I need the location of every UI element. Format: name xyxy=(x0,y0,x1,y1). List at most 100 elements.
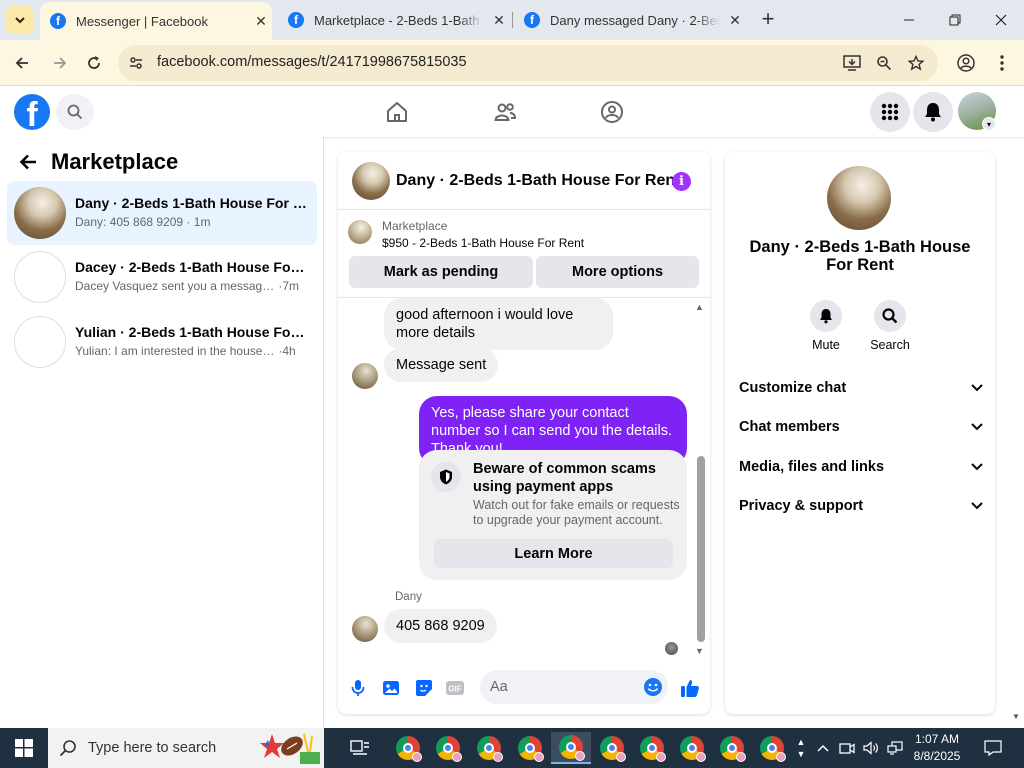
windows-start-button[interactable] xyxy=(0,728,48,768)
chevron-down-icon[interactable]: ▾ xyxy=(982,117,996,131)
chrome-taskbar-app[interactable] xyxy=(752,732,792,764)
chrome-taskbar-app-active[interactable] xyxy=(551,732,591,764)
chat-info-panel: Dany · 2-Beds 1-Bath House For Rent Mute… xyxy=(725,152,995,714)
tab-dany-message[interactable]: f Dany messaged Dany · 2-Beds 1-Bath ✕ xyxy=(514,0,746,40)
notifications-button[interactable] xyxy=(913,92,953,132)
site-settings-icon[interactable] xyxy=(126,53,146,73)
chat-title[interactable]: Dany · 2-Beds 1-Bath House For Rent xyxy=(396,172,680,190)
mute-button[interactable]: Mute xyxy=(798,300,854,352)
sticker-icon[interactable] xyxy=(412,676,436,700)
chat-scrollbar[interactable] xyxy=(697,456,705,642)
close-icon[interactable]: ✕ xyxy=(490,11,508,29)
page-scroll-down-arrow[interactable]: ▼ xyxy=(1012,712,1020,721)
more-options-button[interactable]: More options xyxy=(536,256,699,288)
arrow-left-icon[interactable] xyxy=(16,150,40,174)
forward-button[interactable] xyxy=(46,49,74,77)
thumbs-up-icon[interactable] xyxy=(678,676,702,700)
profile-button[interactable] xyxy=(952,49,980,77)
conversation-item[interactable]: Yulian · 2-Beds 1-Bath House For Rent Yu… xyxy=(7,310,317,374)
tab-search-button[interactable] xyxy=(6,6,34,34)
bookmark-star-icon[interactable] xyxy=(906,53,926,73)
chrome-taskbar-app[interactable] xyxy=(632,732,672,764)
facebook-search-button[interactable] xyxy=(56,94,94,130)
browser-menu-button[interactable] xyxy=(988,49,1016,77)
chrome-taskbar-app[interactable] xyxy=(388,732,428,764)
taskbar-overflow-scroll[interactable]: ▲ ▼ xyxy=(794,728,808,768)
back-button[interactable] xyxy=(8,49,36,77)
notification-center-button[interactable] xyxy=(978,728,1008,768)
task-view-button[interactable] xyxy=(340,732,380,764)
meet-now-button[interactable] xyxy=(836,728,858,768)
listing-title[interactable]: $950 - 2-Beds 1-Bath House For Rent xyxy=(382,236,584,250)
avatar[interactable] xyxy=(827,166,891,230)
scroll-up-arrow[interactable]: ▲ xyxy=(695,302,704,312)
chrome-taskbar-app[interactable] xyxy=(592,732,632,764)
avatar[interactable] xyxy=(352,162,390,200)
show-hidden-icons-button[interactable] xyxy=(812,728,834,768)
avatar xyxy=(14,251,66,303)
more-vertical-icon xyxy=(1000,55,1004,71)
address-bar[interactable]: facebook.com/messages/t/2417199867581503… xyxy=(118,45,938,81)
media-files-links-section[interactable]: Media, files and links xyxy=(739,455,983,479)
minimize-icon xyxy=(904,19,914,21)
gif-icon[interactable]: GIF xyxy=(443,676,467,700)
tab-title: Messenger | Facebook xyxy=(76,13,208,29)
chat-header: Dany · 2-Beds 1-Bath House For Rent i xyxy=(338,152,710,210)
conversation-item[interactable]: Dacey · 2-Beds 1-Bath House For Rent Dac… xyxy=(7,245,317,309)
chrome-taskbar-app[interactable] xyxy=(672,732,712,764)
preview-text: Dacey Vasquez sent you a message about y… xyxy=(75,279,275,293)
close-icon[interactable]: ✕ xyxy=(252,12,270,30)
close-icon[interactable]: ✕ xyxy=(726,11,744,29)
section-label: Chat members xyxy=(739,419,840,435)
groups-nav-button[interactable] xyxy=(597,97,627,127)
chrome-taskbar-app[interactable] xyxy=(510,732,550,764)
photo-icon[interactable] xyxy=(379,676,403,700)
emoji-icon[interactable] xyxy=(644,678,662,696)
facebook-icon: f xyxy=(524,12,540,28)
new-tab-button[interactable]: + xyxy=(756,8,780,32)
network-button[interactable] xyxy=(884,728,906,768)
browser-toolbar: facebook.com/messages/t/2417199867581503… xyxy=(0,40,1024,86)
chevron-down-icon xyxy=(971,499,983,513)
tab-marketplace[interactable]: f Marketplace - 2-Beds 1-Bath House For … xyxy=(278,0,508,40)
football-search-highlight-icon xyxy=(260,733,320,764)
home-icon xyxy=(387,102,407,122)
tab-messenger[interactable]: f Messenger | Facebook ✕ xyxy=(40,2,272,40)
home-nav-button[interactable] xyxy=(382,97,412,127)
scam-warning-title: Beware of common scams using payment app… xyxy=(473,461,656,495)
search-conversation-button[interactable]: Search xyxy=(862,300,918,352)
taskbar-clock[interactable]: 1:07 AM 8/8/2025 xyxy=(904,731,970,765)
facebook-icon: f xyxy=(50,13,66,29)
close-window-button[interactable] xyxy=(978,0,1024,40)
info-icon[interactable]: i xyxy=(672,172,691,191)
section-label: Media, files and links xyxy=(739,459,885,475)
install-app-icon[interactable] xyxy=(842,53,862,73)
scroll-down-arrow[interactable]: ▼ xyxy=(695,646,704,656)
conversation-item[interactable]: Dany · 2-Beds 1-Bath House For Rent Dany… xyxy=(7,181,317,245)
marketplace-header: Marketplace xyxy=(16,149,178,175)
chrome-taskbar-app[interactable] xyxy=(712,732,752,764)
chrome-taskbar-app[interactable] xyxy=(428,732,468,764)
reload-button[interactable] xyxy=(80,49,108,77)
message-input[interactable]: Aa xyxy=(480,670,668,704)
facebook-logo-icon[interactable]: f xyxy=(14,94,50,130)
mark-pending-button[interactable]: Mark as pending xyxy=(349,256,533,288)
volume-button[interactable] xyxy=(860,728,882,768)
menu-grid-button[interactable] xyxy=(870,92,910,132)
taskbar-search-box[interactable]: Type here to search xyxy=(48,728,324,768)
read-receipt-avatar xyxy=(665,642,678,655)
friends-nav-button[interactable] xyxy=(490,97,520,127)
zoom-icon[interactable] xyxy=(874,53,894,73)
privacy-support-section[interactable]: Privacy & support xyxy=(739,494,983,518)
restore-button[interactable] xyxy=(932,0,978,40)
groups-icon xyxy=(601,101,623,123)
listing-thumbnail[interactable] xyxy=(348,220,372,244)
incoming-message: Message sent xyxy=(384,348,499,382)
chat-members-section[interactable]: Chat members xyxy=(739,415,983,439)
listing-banner: Marketplace $950 - 2-Beds 1-Bath House F… xyxy=(338,210,710,298)
customize-chat-section[interactable]: Customize chat xyxy=(739,376,983,400)
microphone-icon[interactable] xyxy=(346,676,370,700)
minimize-button[interactable] xyxy=(886,0,932,40)
chrome-taskbar-app[interactable] xyxy=(469,732,509,764)
learn-more-button[interactable]: Learn More xyxy=(434,539,673,568)
